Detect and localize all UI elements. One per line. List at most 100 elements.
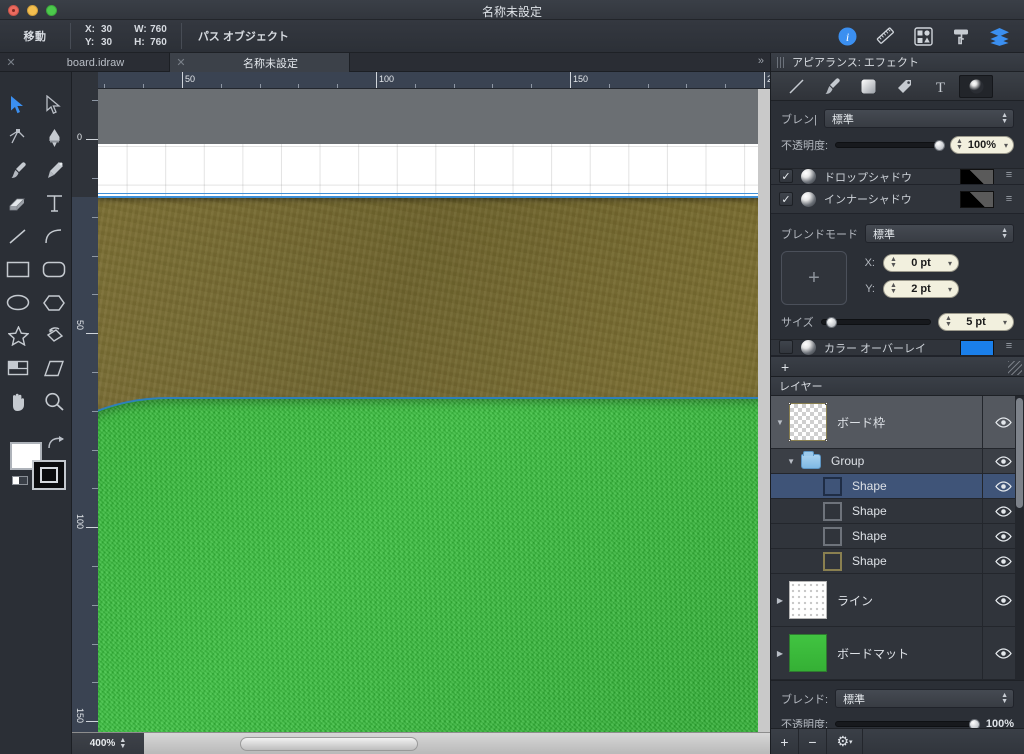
disclosure-triangle-icon[interactable]: ▶ bbox=[771, 649, 789, 658]
skew-tool[interactable] bbox=[36, 352, 72, 385]
layer-row-group[interactable]: ▼ Group bbox=[771, 449, 1024, 474]
add-effect-button[interactable]: + bbox=[781, 359, 789, 375]
pencil-tool[interactable] bbox=[36, 154, 72, 187]
effect-size-field[interactable]: ▲ ▼ 5 pt ▾ bbox=[938, 313, 1014, 331]
layers-icon[interactable] bbox=[988, 25, 1010, 47]
stepper-icon[interactable]: ▲ ▼ bbox=[945, 315, 952, 328]
effect-size-slider[interactable] bbox=[820, 317, 931, 328]
brush-tool[interactable] bbox=[0, 154, 36, 187]
layer-settings-button[interactable]: ⚙ ▾ bbox=[827, 728, 863, 754]
board-mat-shape[interactable] bbox=[98, 397, 770, 754]
layer-row-line[interactable]: ▶ ライン bbox=[771, 574, 1024, 627]
add-layer-button[interactable]: + bbox=[771, 728, 799, 754]
layers-scrollbar-thumb[interactable] bbox=[1016, 398, 1023, 508]
effects-tab[interactable] bbox=[959, 74, 993, 98]
brush-tab[interactable] bbox=[815, 75, 849, 98]
direct-selection-tool[interactable] bbox=[36, 88, 72, 121]
effect-checkbox[interactable]: ✓ bbox=[779, 192, 793, 206]
arc-tool[interactable] bbox=[36, 220, 72, 253]
line-tool[interactable] bbox=[0, 220, 36, 253]
stepper-icon[interactable]: ▲ ▼ bbox=[956, 138, 963, 151]
effect-color-swatch[interactable] bbox=[960, 340, 994, 355]
dropdown-icon[interactable]: ▾ bbox=[948, 259, 952, 268]
frame-tool[interactable] bbox=[0, 352, 36, 385]
effect-row-color-overlay[interactable]: カラー オーバーレイ ≡ bbox=[771, 340, 1024, 356]
color-swatches[interactable] bbox=[10, 436, 66, 492]
tab-close-icon[interactable]: ✕ bbox=[170, 56, 192, 69]
default-colors-icon[interactable] bbox=[12, 476, 28, 485]
disclosure-triangle-icon[interactable]: ▶ bbox=[771, 596, 789, 605]
disclosure-triangle-icon[interactable]: ▼ bbox=[771, 418, 789, 427]
effect-blend-mode-select[interactable]: 標準 ▲ ▼ bbox=[865, 224, 1014, 243]
tag-tab[interactable] bbox=[887, 75, 921, 98]
ruler-icon[interactable] bbox=[874, 25, 896, 47]
layer-opacity-slider[interactable] bbox=[835, 719, 981, 730]
dropdown-icon[interactable]: ▾ bbox=[1003, 318, 1007, 327]
opacity-value-field[interactable]: ▲ ▼ 100% ▾ bbox=[950, 136, 1014, 154]
rectangle-tool[interactable] bbox=[0, 253, 36, 286]
selection-arrow-tool[interactable] bbox=[0, 88, 36, 121]
layer-row-shape-2[interactable]: Shape bbox=[771, 499, 1024, 524]
tab-overflow-icon[interactable]: » bbox=[758, 55, 764, 67]
document-page[interactable] bbox=[98, 144, 770, 754]
shape-transform-tool[interactable] bbox=[36, 319, 72, 352]
swap-colors-icon[interactable] bbox=[46, 434, 68, 452]
effect-row-drop-shadow[interactable]: ✓ ドロップシャドウ ≡ bbox=[771, 169, 1024, 185]
vertical-scrollbar[interactable] bbox=[758, 89, 770, 732]
info-icon[interactable]: i bbox=[836, 25, 858, 47]
horizontal-ruler[interactable]: 50 100 150 200 bbox=[98, 72, 770, 89]
stepper-icon[interactable]: ▲ ▼ bbox=[890, 282, 897, 295]
stepper-icon[interactable]: ▲ ▼ bbox=[890, 256, 897, 269]
rounded-rectangle-tool[interactable] bbox=[36, 253, 72, 286]
effect-y-field[interactable]: ▲ ▼ 2 pt ▾ bbox=[883, 280, 959, 298]
zoom-tool[interactable] bbox=[36, 385, 72, 418]
paint-roller-icon[interactable] bbox=[950, 25, 972, 47]
tab-close-icon[interactable]: ✕ bbox=[0, 56, 22, 69]
canvas-area[interactable]: 50 100 150 200 0 50 100 150 bbox=[72, 72, 770, 754]
document-tab-untitled[interactable]: ✕ 名称未設定 bbox=[170, 53, 350, 72]
dropdown-icon[interactable]: ▾ bbox=[948, 285, 952, 294]
eraser-tool[interactable] bbox=[0, 187, 36, 220]
effect-options-icon[interactable]: ≡ bbox=[1002, 169, 1016, 181]
effect-options-icon[interactable]: ≡ bbox=[1002, 193, 1016, 205]
vertical-ruler[interactable]: 0 50 100 150 bbox=[72, 89, 98, 754]
offset-pad-control[interactable]: + bbox=[781, 251, 847, 305]
hand-tool[interactable] bbox=[0, 385, 36, 418]
remove-layer-button[interactable]: − bbox=[799, 728, 827, 754]
panel-drag-grip[interactable] bbox=[777, 56, 786, 68]
layer-row-board-mat[interactable]: ▶ ボードマット bbox=[771, 627, 1024, 680]
effect-x-field[interactable]: ▲ ▼ 0 pt ▾ bbox=[883, 254, 959, 272]
dropdown-icon[interactable]: ▾ bbox=[1004, 141, 1008, 150]
shapes-icon[interactable] bbox=[912, 25, 934, 47]
effect-color-swatch[interactable] bbox=[960, 190, 994, 208]
layer-row-board-frame[interactable]: ▼ ボード枠 bbox=[771, 396, 1024, 449]
layers-scrollbar[interactable] bbox=[1015, 396, 1024, 680]
horizontal-scrollbar[interactable] bbox=[144, 733, 770, 754]
layers-list[interactable]: ▼ ボード枠 ▼ Group Shape Shape Shape Shape ▶… bbox=[771, 396, 1024, 680]
zoom-level-control[interactable]: 400% ▲ ▼ bbox=[72, 732, 144, 754]
blend-mode-select[interactable]: 標準 ▲ ▼ bbox=[823, 109, 1014, 128]
layer-row-shape-4[interactable]: Shape bbox=[771, 549, 1024, 574]
document-tab-board[interactable]: ✕ board.idraw bbox=[0, 53, 170, 72]
effect-row-inner-shadow[interactable]: ✓ インナーシャドウ ≡ bbox=[771, 185, 1024, 214]
star-tool[interactable] bbox=[0, 319, 36, 352]
fill-tab[interactable] bbox=[851, 75, 885, 98]
layer-row-shape-3[interactable]: Shape bbox=[771, 524, 1024, 549]
effect-color-swatch[interactable] bbox=[960, 169, 994, 184]
disclosure-triangle-icon[interactable]: ▼ bbox=[771, 457, 801, 466]
effect-checkbox[interactable] bbox=[779, 340, 793, 354]
ellipse-tool[interactable] bbox=[0, 286, 36, 319]
artboard[interactable] bbox=[98, 89, 770, 754]
pen-tool[interactable] bbox=[36, 121, 72, 154]
node-edit-tool[interactable] bbox=[0, 121, 36, 154]
zoom-stepper-icon[interactable]: ▲ ▼ bbox=[119, 737, 126, 750]
panel-resize-grip[interactable] bbox=[1008, 361, 1022, 375]
polygon-tool[interactable] bbox=[36, 286, 72, 319]
horizontal-scrollbar-thumb[interactable] bbox=[240, 736, 418, 751]
text-tab[interactable]: T bbox=[923, 75, 957, 98]
effect-checkbox[interactable]: ✓ bbox=[779, 169, 793, 183]
effect-options-icon[interactable]: ≡ bbox=[1002, 340, 1016, 352]
text-tool[interactable] bbox=[36, 187, 72, 220]
layer-blend-select[interactable]: 標準 ▲ ▼ bbox=[835, 689, 1014, 708]
opacity-slider[interactable] bbox=[835, 140, 945, 151]
